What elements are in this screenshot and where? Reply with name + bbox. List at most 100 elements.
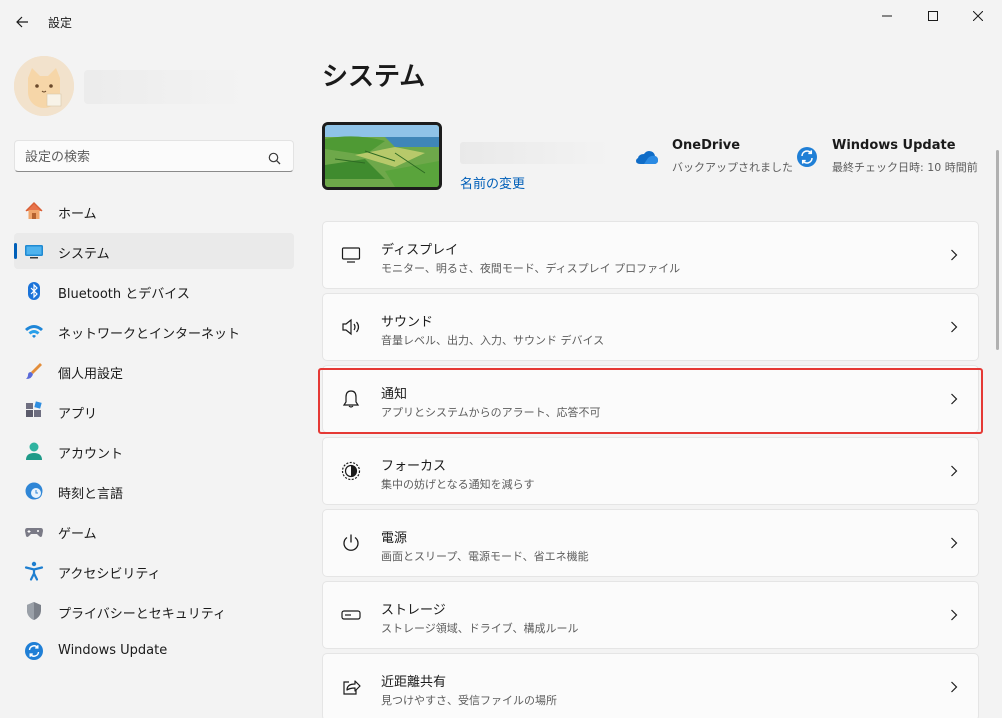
- gamepad-icon: [24, 521, 44, 541]
- sidebar-item-label: ゲーム: [58, 527, 97, 542]
- power-card[interactable]: 電源 画面とスリープ、電源モード、省エネ機能: [322, 509, 979, 577]
- page-title: システム: [322, 62, 426, 92]
- sound-card[interactable]: サウンド 音量レベル、出力、入力、サウンド デバイス: [322, 293, 979, 361]
- sidebar-nav: ホーム システム Bluetooth とデバイス ネットワークとインターネット …: [14, 193, 294, 673]
- minimize-button[interactable]: [864, 4, 910, 28]
- sidebar-item-label: Windows Update: [58, 643, 168, 658]
- card-subtitle: モニター、明るさ、夜間モード、ディスプレイ プロファイル: [381, 262, 681, 275]
- back-arrow-icon: [16, 16, 28, 28]
- share-icon: [341, 677, 361, 697]
- storage-card[interactable]: ストレージ ストレージ領域、ドライブ、構成ルール: [322, 581, 979, 649]
- sidebar-item-label: ホーム: [58, 207, 97, 222]
- app-title: 設定: [48, 16, 73, 30]
- chevron-right-icon: [948, 680, 960, 694]
- card-subtitle: ストレージ領域、ドライブ、構成ルール: [381, 622, 579, 635]
- wifi-icon: [24, 321, 44, 341]
- chevron-right-icon: [948, 320, 960, 334]
- card-title: フォーカス: [381, 459, 447, 474]
- storage-icon: [341, 605, 361, 625]
- sidebar-item-apps[interactable]: アプリ: [14, 393, 294, 429]
- onedrive-subtitle: バックアップされました: [672, 161, 793, 174]
- card-title: 通知: [381, 387, 408, 402]
- sidebar-item-label: 時刻と言語: [58, 487, 124, 502]
- card-subtitle: 見つけやすさ、受信ファイルの場所: [381, 694, 557, 707]
- onedrive-cloud-icon: [636, 146, 658, 168]
- display-icon: [341, 245, 361, 265]
- onedrive-title: OneDrive: [672, 138, 741, 153]
- clock-globe-icon: [24, 481, 44, 501]
- shield-icon: [24, 601, 44, 621]
- maximize-button[interactable]: [910, 4, 956, 28]
- sidebar-item-accounts[interactable]: アカウント: [14, 433, 294, 469]
- avatar[interactable]: [14, 56, 74, 116]
- sidebar-item-label: アクセシビリティ: [58, 567, 161, 582]
- bluetooth-icon: [24, 281, 44, 301]
- home-icon: [24, 201, 44, 221]
- card-title: 近距離共有: [381, 675, 447, 690]
- update-icon: [24, 641, 44, 661]
- onedrive-status[interactable]: OneDrive バックアップされました: [636, 138, 793, 178]
- update-icon: [796, 146, 818, 168]
- profile-info-redacted: [84, 70, 244, 104]
- sidebar-item-label: Bluetooth とデバイス: [58, 287, 190, 302]
- search-icon[interactable]: [268, 150, 281, 169]
- notifications-card[interactable]: 通知 アプリとシステムからのアラート、応答不可: [322, 365, 979, 433]
- card-title: 電源: [381, 531, 408, 546]
- chevron-right-icon: [948, 608, 960, 622]
- sidebar-item-network[interactable]: ネットワークとインターネット: [14, 313, 294, 349]
- scrollbar[interactable]: [996, 150, 999, 350]
- sidebar-item-label: システム: [58, 247, 110, 262]
- card-subtitle: 画面とスリープ、電源モード、省エネ機能: [381, 550, 589, 563]
- accessibility-icon: [24, 561, 44, 581]
- chevron-right-icon: [948, 392, 960, 406]
- chevron-right-icon: [948, 536, 960, 550]
- sidebar-item-system[interactable]: システム: [14, 233, 294, 269]
- windows-update-status[interactable]: Windows Update 最終チェック日時: 10 時間前: [796, 138, 986, 178]
- search-box[interactable]: [14, 140, 294, 172]
- speaker-icon: [341, 317, 361, 337]
- sidebar-item-personalization[interactable]: 個人用設定: [14, 353, 294, 389]
- close-icon: [973, 11, 983, 21]
- sidebar-item-privacy[interactable]: プライバシーとセキュリティ: [14, 593, 294, 629]
- sidebar-item-accessibility[interactable]: アクセシビリティ: [14, 553, 294, 589]
- chevron-right-icon: [948, 464, 960, 478]
- rename-link[interactable]: 名前の変更: [460, 173, 525, 192]
- sidebar-item-home[interactable]: ホーム: [14, 193, 294, 229]
- sidebar-item-label: 個人用設定: [58, 367, 124, 382]
- device-wallpaper-thumbnail: [322, 122, 442, 190]
- bell-icon: [341, 389, 361, 409]
- cat-avatar-icon: [14, 56, 74, 116]
- sidebar-item-label: アプリ: [58, 407, 98, 422]
- focus-icon: [341, 461, 361, 481]
- search-input[interactable]: [25, 147, 255, 167]
- sidebar-item-gaming[interactable]: ゲーム: [14, 513, 294, 549]
- nearby-sharing-card[interactable]: 近距離共有 見つけやすさ、受信ファイルの場所: [322, 653, 979, 718]
- apps-icon: [24, 401, 44, 421]
- sidebar-item-label: ネットワークとインターネット: [58, 327, 241, 342]
- selection-indicator: [14, 243, 17, 259]
- monitor-icon: [24, 241, 44, 261]
- sidebar-item-time-language[interactable]: 時刻と言語: [14, 473, 294, 509]
- account-icon: [24, 441, 44, 461]
- sidebar-item-bluetooth[interactable]: Bluetooth とデバイス: [14, 273, 294, 309]
- sidebar-item-windows-update[interactable]: Windows Update: [14, 633, 294, 669]
- card-subtitle: 集中の妨げとなる通知を減らす: [381, 478, 535, 491]
- maximize-icon: [928, 11, 938, 21]
- windows-update-subtitle: 最終チェック日時: 10 時間前: [832, 161, 978, 174]
- landscape-wallpaper-image: [325, 125, 439, 187]
- display-card[interactable]: ディスプレイ モニター、明るさ、夜間モード、ディスプレイ プロファイル: [322, 221, 979, 289]
- settings-card-list: ディスプレイ モニター、明るさ、夜間モード、ディスプレイ プロファイル サウンド…: [322, 221, 979, 718]
- sidebar-item-label: アカウント: [58, 447, 124, 462]
- windows-update-title: Windows Update: [832, 138, 956, 153]
- back-button[interactable]: [10, 10, 34, 34]
- focus-card[interactable]: フォーカス 集中の妨げとなる通知を減らす: [322, 437, 979, 505]
- card-title: ストレージ: [381, 603, 446, 618]
- sidebar-item-label: プライバシーとセキュリティ: [58, 607, 226, 622]
- chevron-right-icon: [948, 248, 960, 262]
- card-title: ディスプレイ: [381, 243, 459, 258]
- power-icon: [341, 533, 361, 553]
- close-button[interactable]: [955, 4, 1001, 28]
- card-title: サウンド: [381, 315, 434, 330]
- title-bar: 設定: [0, 0, 1002, 46]
- device-name-redacted: [460, 142, 610, 164]
